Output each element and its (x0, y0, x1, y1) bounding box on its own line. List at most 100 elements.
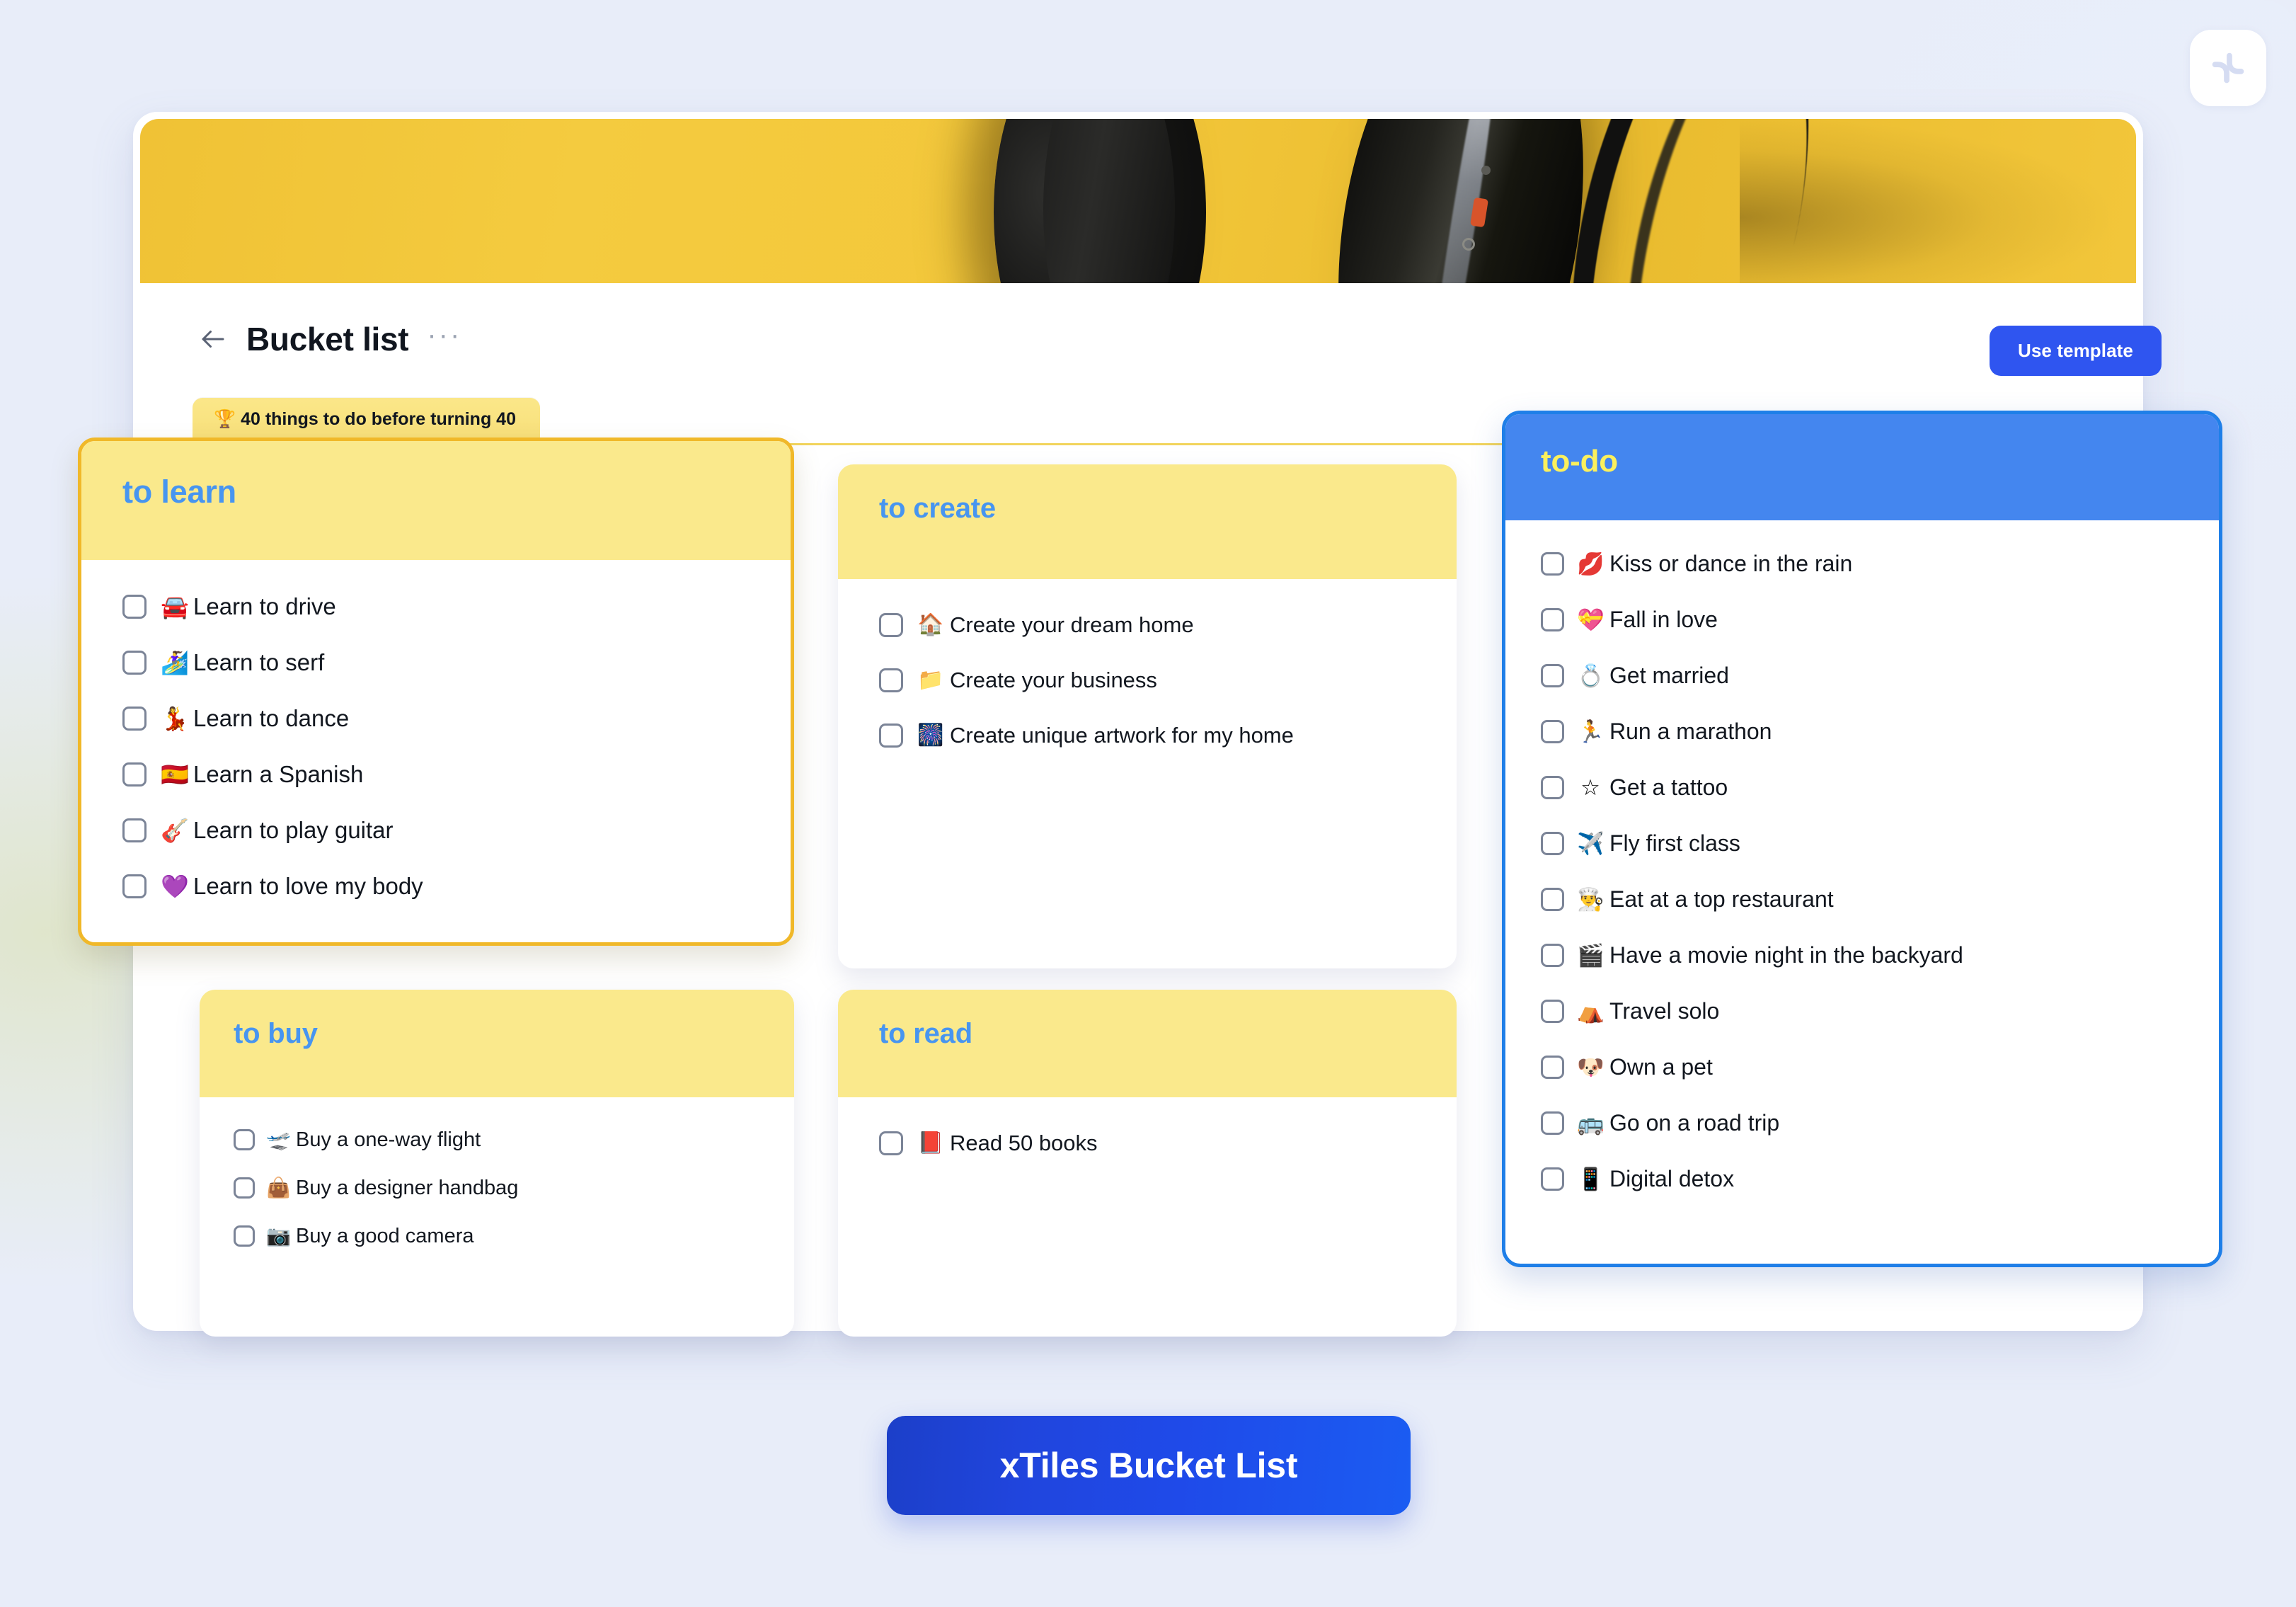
back-arrow-icon[interactable] (198, 324, 228, 354)
card-todo: to-do 💋 Kiss or dance in the rain 💝 Fall in… (1502, 411, 2222, 1267)
todo-item[interactable]: 💍 Get married (1505, 648, 2219, 704)
todo-item[interactable]: 💋 Kiss or dance in the rain (1505, 536, 2219, 592)
card-body: 🏠 Create your dream home 📁 Create your busi… (838, 579, 1457, 784)
todo-item-label: Have a movie night in the backyard (1609, 942, 1963, 968)
item-emoji-icon: 💜 (161, 873, 189, 899)
todo-item-label: Digital detox (1609, 1166, 1735, 1191)
card-to-read: to read 📕 Read 50 books (838, 990, 1457, 1337)
cover-banner-headphones (140, 119, 2136, 283)
item-emoji-icon: 🎸 (161, 817, 189, 843)
xtiles-logo-badge[interactable] (2190, 30, 2266, 106)
item-emoji-icon: 🎬 (1577, 943, 1605, 968)
card-body: 💋 Kiss or dance in the rain 💝 Fall in love 💍… (1505, 520, 2219, 1228)
item-emoji-icon: 💋 (1577, 551, 1605, 576)
todo-item[interactable]: ☆ Get a tattoo (1505, 760, 2219, 816)
todo-item-label: Read 50 books (950, 1131, 1098, 1155)
checkbox-icon[interactable] (122, 818, 147, 842)
todo-item-label: Learn to serf (193, 648, 325, 675)
checkbox-icon[interactable] (1541, 1167, 1564, 1191)
item-emoji-icon: 🇪🇸 (161, 761, 189, 787)
checkbox-icon[interactable] (1541, 608, 1564, 631)
item-emoji-icon: 🏄‍♀️ (161, 649, 189, 675)
checkbox-icon[interactable] (234, 1129, 255, 1150)
todo-item[interactable]: 📷 Buy a good camera (200, 1212, 794, 1260)
item-emoji-icon: 🏠 (917, 613, 944, 636)
todo-item[interactable]: ⛺ Travel solo (1505, 983, 2219, 1039)
checkbox-icon[interactable] (122, 706, 147, 731)
checkbox-icon[interactable] (1541, 776, 1564, 799)
todo-item-label: Buy a one-way flight (296, 1128, 481, 1151)
checkbox-icon[interactable] (1541, 664, 1564, 687)
more-options-icon[interactable]: ··· (427, 321, 461, 352)
todo-item[interactable]: 🚘 Learn to drive (81, 578, 791, 634)
todo-item[interactable]: 🛫 Buy a one-way flight (200, 1116, 794, 1164)
todo-item[interactable]: 💃 Learn to dance (81, 690, 791, 746)
checkbox-icon[interactable] (1541, 1000, 1564, 1023)
checkbox-icon[interactable] (122, 650, 147, 675)
checkbox-icon[interactable] (1541, 1056, 1564, 1079)
card-title: to-do (1541, 444, 1618, 479)
card-title: to buy (234, 1018, 318, 1049)
xtiles-bucket-list-cta[interactable]: xTiles Bucket List (887, 1416, 1411, 1515)
checkbox-icon[interactable] (122, 594, 147, 619)
card-header: to read (838, 990, 1457, 1097)
todo-item[interactable]: 🎆 Create unique artwork for my home (838, 708, 1457, 763)
todo-item[interactable]: 📁 Create your business (838, 653, 1457, 708)
todo-item[interactable]: 🏠 Create your dream home (838, 597, 1457, 653)
todo-item[interactable]: ✈️ Fly first class (1505, 816, 2219, 871)
item-emoji-icon: 💝 (1577, 607, 1605, 632)
todo-item[interactable]: 🎸 Learn to play guitar (81, 802, 791, 858)
todo-item-label: Create your business (950, 668, 1157, 692)
todo-item-label: Go on a road trip (1609, 1110, 1780, 1136)
todo-item-label: Learn a Spanish (193, 760, 364, 787)
checkbox-icon[interactable] (879, 724, 903, 748)
todo-item[interactable]: 🏃 Run a marathon (1505, 704, 2219, 760)
item-emoji-icon: 🚌 (1577, 1111, 1605, 1136)
checkbox-icon[interactable] (879, 1131, 903, 1155)
todo-item[interactable]: 🇪🇸 Learn a Spanish (81, 746, 791, 802)
todo-item[interactable]: 💝 Fall in love (1505, 592, 2219, 648)
checkbox-icon[interactable] (1541, 1111, 1564, 1135)
checkbox-icon[interactable] (1541, 888, 1564, 911)
todo-item[interactable]: 💜 Learn to love my body (81, 858, 791, 914)
checkbox-icon[interactable] (879, 613, 903, 637)
use-template-button[interactable]: Use template (1989, 326, 2162, 376)
card-title: to create (879, 493, 996, 524)
todo-item-label: Own a pet (1609, 1054, 1713, 1080)
todo-item[interactable]: 👜 Buy a designer handbag (200, 1164, 794, 1212)
todo-item[interactable]: 📱 Digital detox (1505, 1151, 2219, 1207)
todo-item[interactable]: 📕 Read 50 books (838, 1116, 1457, 1171)
todo-item[interactable]: 👨‍🍳 Eat at a top restaurant (1505, 871, 2219, 927)
checkbox-icon[interactable] (122, 762, 147, 787)
item-emoji-icon: 📁 (917, 668, 944, 692)
item-emoji-icon: 📱 (1577, 1167, 1605, 1191)
checkbox-icon[interactable] (234, 1225, 255, 1247)
todo-item[interactable]: 🎬 Have a movie night in the backyard (1505, 927, 2219, 983)
todo-item-label: Create your dream home (950, 612, 1194, 637)
item-emoji-icon: 🚘 (161, 593, 189, 619)
todo-item-label: Get a tattoo (1609, 774, 1728, 800)
item-emoji-icon: 💍 (1577, 663, 1605, 688)
checkbox-icon[interactable] (879, 668, 903, 692)
item-emoji-icon: 📷 (266, 1225, 291, 1247)
card-title: to read (879, 1018, 972, 1049)
checkbox-icon[interactable] (234, 1177, 255, 1199)
item-emoji-icon: 🎆 (917, 724, 944, 747)
checkbox-icon[interactable] (1541, 720, 1564, 743)
todo-item-label: Learn to play guitar (193, 816, 394, 843)
checkbox-icon[interactable] (1541, 944, 1564, 967)
tab-40-things[interactable]: 🏆 40 things to do before turning 40 (193, 398, 540, 442)
checkbox-icon[interactable] (1541, 552, 1564, 576)
todo-item-label: Learn to dance (193, 704, 350, 731)
app-canvas: Bucket list ··· Use template 🏆 40 things… (0, 0, 2296, 1607)
card-body: 📕 Read 50 books (838, 1097, 1457, 1192)
todo-item[interactable]: 🚌 Go on a road trip (1505, 1095, 2219, 1151)
todo-item-label: Learn to love my body (193, 872, 423, 899)
item-emoji-icon: 🏃 (1577, 719, 1605, 744)
item-emoji-icon: 🐶 (1577, 1055, 1605, 1080)
card-to-create: to create 🏠 Create your dream home 📁 Create… (838, 464, 1457, 968)
todo-item[interactable]: 🐶 Own a pet (1505, 1039, 2219, 1095)
checkbox-icon[interactable] (122, 874, 147, 898)
checkbox-icon[interactable] (1541, 832, 1564, 855)
todo-item[interactable]: 🏄‍♀️ Learn to serf (81, 634, 791, 690)
